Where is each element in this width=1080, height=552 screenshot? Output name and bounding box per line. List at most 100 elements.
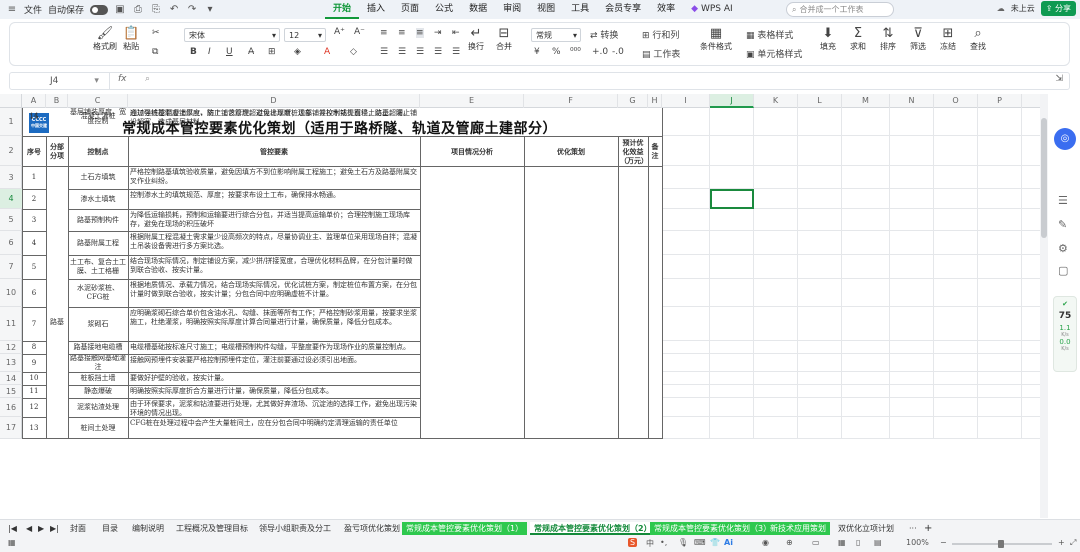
column-header-c[interactable]: C [68, 94, 128, 108]
note-cell[interactable] [650, 342, 660, 353]
note-cell[interactable] [650, 256, 660, 278]
header-control[interactable]: 控制点 [70, 137, 126, 165]
analysis-cell[interactable] [422, 280, 522, 306]
header-analysis[interactable]: 项目情况分析 [422, 137, 522, 165]
row-header-15[interactable]: 15 [0, 385, 22, 398]
tab-data[interactable]: 数据 [461, 0, 495, 19]
sheet-tab[interactable]: 领导小组职责及分工 [255, 522, 335, 535]
control-point-cell[interactable]: 路基接地电缆槽 [70, 342, 126, 353]
edit-icon[interactable]: ✎ [1058, 218, 1067, 231]
analysis-cell[interactable] [422, 167, 522, 188]
keyboard-icon[interactable]: ⌨ [694, 538, 706, 547]
strategy-cell[interactable] [526, 167, 616, 188]
sheet-list-icon[interactable]: ▦ [8, 538, 16, 547]
zoom-in-icon[interactable]: + [1058, 538, 1065, 547]
row-header-13[interactable]: 13 [0, 354, 22, 372]
control-point-cell[interactable]: 路基预制构件 [70, 210, 126, 230]
function-button[interactable]: fx [118, 74, 127, 84]
seq-cell[interactable]: 15 [24, 108, 44, 126]
table-style-button[interactable]: ▦ 表格样式 [746, 28, 793, 41]
note-cell[interactable] [650, 108, 660, 126]
name-box[interactable]: J4 ▾ [10, 73, 110, 89]
row-header-14[interactable]: 14 [0, 372, 22, 385]
control-elements-cell[interactable]: 为降低运输损耗，预制和运输要进行综合分包，并适当提高运输单价；合理控制施工现场库… [130, 210, 418, 230]
benefit-cell[interactable] [620, 256, 646, 278]
benefit-cell[interactable] [620, 190, 646, 208]
filter-panel-icon[interactable]: ⚙ [1058, 242, 1068, 255]
control-elements-cell[interactable]: 接触网预埋件安装要严格控制预埋件定位，灌注前要通过设必须引出地面。 [130, 355, 418, 371]
control-elements-cell[interactable]: 要做好护壁的验收，按实计量。 [130, 373, 418, 384]
analysis-cell[interactable] [422, 418, 522, 438]
tab-formula[interactable]: 公式 [427, 0, 461, 19]
strategy-cell[interactable] [526, 399, 616, 416]
shape-icon[interactable]: ▢ [1058, 264, 1068, 277]
row-header-12[interactable]: 12 [0, 341, 22, 354]
seq-cell[interactable]: 5 [24, 256, 44, 278]
sheet-tab[interactable]: 工程概况及管理目标 [172, 522, 252, 535]
seq-cell[interactable]: 1 [24, 167, 44, 188]
strategy-cell[interactable] [526, 108, 616, 126]
tab-efficiency[interactable]: 效率 [649, 0, 683, 19]
convert-button[interactable]: ⇄ 转换 [590, 28, 618, 41]
page-break-icon[interactable]: ▤ [874, 538, 882, 547]
strikethrough-icon[interactable]: A̶ [248, 47, 254, 57]
row-header-6[interactable]: 6 [0, 231, 22, 255]
analysis-cell[interactable] [422, 232, 522, 254]
bold-icon[interactable]: B [190, 47, 197, 57]
normal-view-icon[interactable]: ▦ [838, 538, 846, 547]
decrease-font-icon[interactable]: A⁻ [354, 27, 365, 37]
align-top-icon[interactable]: ≡ [380, 28, 388, 38]
strategy-cell[interactable] [526, 308, 616, 340]
column-header-b[interactable]: B [46, 94, 68, 108]
benefit-cell[interactable] [620, 418, 646, 438]
fullscreen-icon[interactable]: ⤢ [1070, 538, 1076, 548]
note-cell[interactable] [650, 399, 660, 416]
sheet-tab[interactable]: 目录 [98, 522, 122, 535]
more-icon[interactable]: ▾ [204, 4, 216, 15]
strategy-cell[interactable] [526, 342, 616, 353]
clear-format-icon[interactable]: ◇ [350, 47, 357, 57]
sheet-tab[interactable]: 新技术应用策划 [766, 522, 830, 535]
align-left-icon[interactable]: ☰ [380, 47, 388, 57]
control-elements-cell[interactable]: 根据地质情况、承载力情况，结合现场实际情况，优化试桩方案，制定桩位布置方案，在分… [130, 280, 418, 306]
decimal-increase-icon[interactable]: +.0 [592, 47, 608, 57]
header-seq[interactable]: 序号 [24, 137, 44, 165]
last-sheet-icon[interactable]: ▶| [46, 522, 63, 535]
comment-icon[interactable]: ▭ [812, 538, 820, 547]
control-point-cell[interactable]: 静态爆破 [70, 386, 126, 397]
sort-button[interactable]: ⇅ 排序 [880, 27, 896, 52]
cloud-status[interactable]: 未上云 [1011, 3, 1035, 14]
sheet-canvas[interactable]: CCCC 中国交建 常规成本管控要素优化策划（适用于路桥隧、轨道及管廊土建部分） … [22, 108, 1040, 518]
conditional-format-button[interactable]: ▦ 条件格式 [700, 27, 732, 52]
percent-icon[interactable]: % [552, 47, 561, 57]
fill-color-icon[interactable]: ◈ [294, 47, 301, 57]
note-cell[interactable] [650, 280, 660, 306]
ime-mode[interactable]: 中 [646, 538, 654, 549]
column-header-d[interactable]: D [128, 94, 420, 108]
underline-icon[interactable]: U [226, 47, 233, 57]
file-menu[interactable]: 文件 [24, 3, 42, 16]
column-header-i[interactable]: I [662, 94, 710, 108]
analysis-cell[interactable] [422, 355, 522, 371]
header-elements[interactable]: 管控要素 [130, 137, 418, 165]
properties-icon[interactable]: ☰ [1058, 194, 1068, 207]
align-middle-icon[interactable]: ≡ [398, 28, 406, 38]
column-header-k[interactable]: K [754, 94, 798, 108]
control-point-cell[interactable]: 土石方填筑 [70, 167, 126, 188]
header-benefit[interactable]: 预计优化效益（万元） [620, 137, 646, 165]
merge-button[interactable]: ⊟ 合并 [496, 27, 512, 52]
benefit-cell[interactable] [620, 167, 646, 188]
fill-button[interactable]: ⬇ 填充 [820, 27, 836, 52]
analysis-cell[interactable] [422, 210, 522, 230]
benefit-cell[interactable] [620, 210, 646, 230]
note-cell[interactable] [650, 386, 660, 397]
note-cell[interactable] [650, 373, 660, 384]
select-all-corner[interactable] [0, 94, 22, 108]
seq-cell[interactable]: 13 [24, 418, 44, 438]
column-header-g[interactable]: G [618, 94, 648, 108]
benefit-cell[interactable] [620, 308, 646, 340]
control-point-cell[interactable]: 水泥砂浆桩、CFG桩 [70, 280, 126, 306]
analysis-cell[interactable] [422, 386, 522, 397]
column-header-p[interactable]: P [978, 94, 1022, 108]
ime-logo-icon[interactable]: S [628, 538, 638, 547]
